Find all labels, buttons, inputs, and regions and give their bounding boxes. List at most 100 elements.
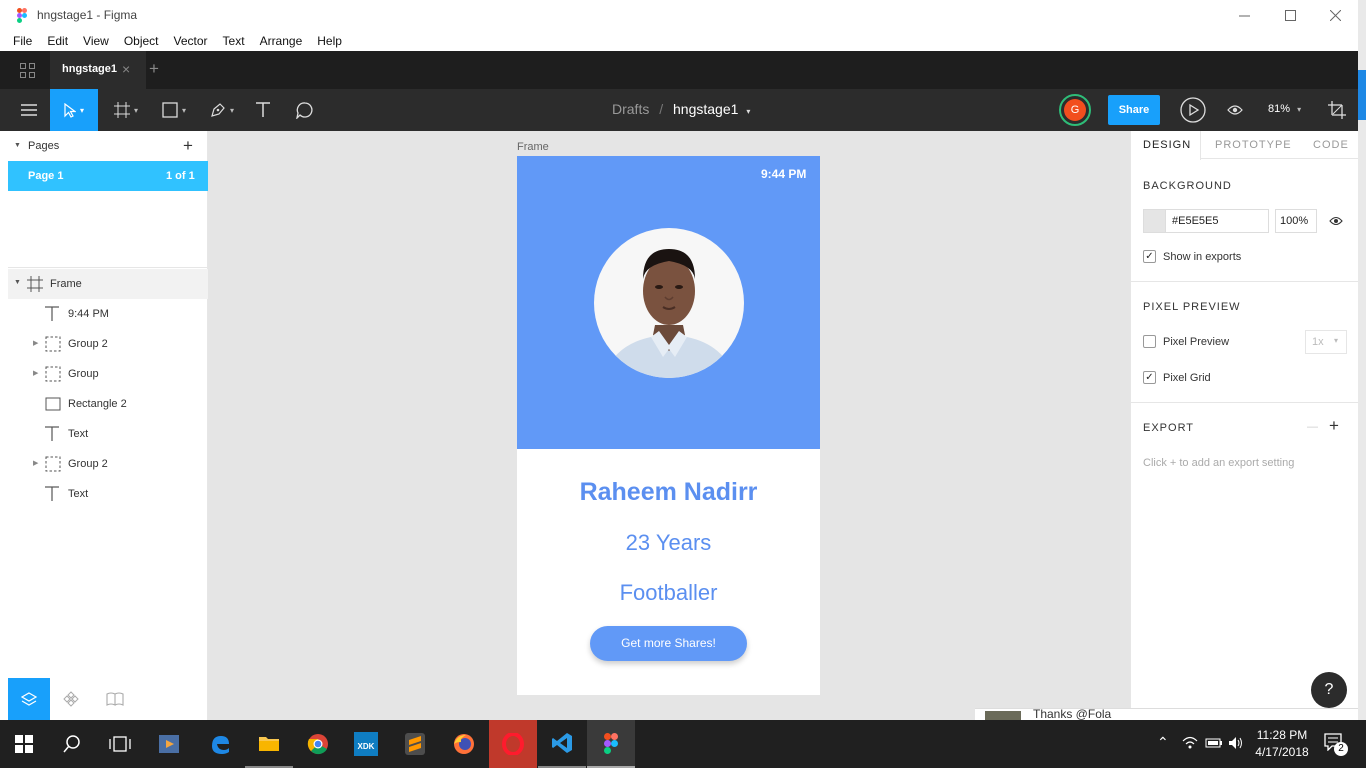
show-in-exports-label: Show in exports bbox=[1163, 251, 1242, 263]
eye-icon[interactable] bbox=[1329, 216, 1343, 226]
menu-arrange[interactable]: Arrange bbox=[260, 34, 303, 48]
search-button[interactable] bbox=[48, 720, 96, 768]
page-item-label: Page 1 bbox=[28, 170, 64, 182]
firefox-app[interactable] bbox=[440, 720, 488, 768]
new-tab-icon[interactable]: + bbox=[149, 59, 159, 79]
avatar[interactable]: G bbox=[1059, 94, 1091, 126]
task-view-button[interactable] bbox=[96, 720, 144, 768]
breadcrumb-drafts[interactable]: Drafts bbox=[612, 101, 649, 117]
tab-library[interactable] bbox=[102, 678, 128, 720]
export-title: EXPORT bbox=[1143, 422, 1195, 434]
view-settings-button[interactable] bbox=[1222, 89, 1248, 131]
opera-app[interactable] bbox=[489, 720, 537, 768]
menu-object[interactable]: Object bbox=[124, 34, 159, 48]
resize-frame-button[interactable] bbox=[1324, 89, 1350, 131]
menu-file[interactable]: File bbox=[13, 34, 32, 48]
chevron-down-icon[interactable]: ▾ bbox=[746, 107, 750, 116]
frame-label[interactable]: Frame bbox=[517, 141, 549, 153]
action-center-button[interactable]: 2 bbox=[1318, 730, 1358, 758]
text-tool-button[interactable] bbox=[250, 89, 276, 131]
close-window-button[interactable] bbox=[1312, 0, 1358, 30]
canvas[interactable]: Frame 9:44 PM Raheem Nadirr 23 Years Foo… bbox=[208, 131, 1130, 720]
maximize-button[interactable] bbox=[1267, 0, 1313, 30]
grid-menu-icon[interactable] bbox=[20, 63, 35, 78]
show-hidden-icons[interactable]: ⌃ bbox=[1157, 734, 1169, 751]
add-export-icon[interactable]: + bbox=[1329, 416, 1339, 436]
file-explorer-app[interactable] bbox=[245, 720, 293, 768]
menu-help[interactable]: Help bbox=[317, 34, 342, 48]
tab-components[interactable] bbox=[58, 678, 84, 720]
media-player-app[interactable] bbox=[145, 720, 193, 768]
hamburger-icon bbox=[21, 104, 37, 116]
layer-item[interactable]: Text bbox=[8, 479, 208, 509]
play-icon bbox=[1180, 97, 1206, 123]
cta-button[interactable]: Get more Shares! bbox=[590, 626, 747, 661]
comment-tool-button[interactable] bbox=[292, 89, 318, 131]
chevron-down-icon: ▾ bbox=[229, 105, 234, 115]
figma-app[interactable] bbox=[587, 720, 635, 768]
menu-view[interactable]: View bbox=[83, 34, 109, 48]
minimize-button[interactable] bbox=[1221, 0, 1267, 30]
taskbar: XDK ⌃ 11:28 PM 4/17/2018 2 bbox=[0, 720, 1366, 768]
remove-export-icon[interactable]: — bbox=[1307, 421, 1318, 433]
volume-icon[interactable] bbox=[1228, 736, 1244, 750]
add-page-icon[interactable]: + bbox=[183, 136, 193, 156]
menu-text[interactable]: Text bbox=[223, 34, 245, 48]
tab-code[interactable]: CODE bbox=[1313, 139, 1349, 151]
frame-tool-button[interactable]: ▾ bbox=[106, 89, 146, 131]
artboard-frame[interactable]: 9:44 PM Raheem Nadirr 23 Years Footballe… bbox=[517, 156, 820, 695]
vscode-app[interactable] bbox=[538, 720, 586, 768]
layer-item[interactable]: ▶ Group 2 bbox=[8, 329, 208, 359]
background-color-field[interactable]: #E5E5E5 bbox=[1143, 209, 1269, 233]
tab-design-label: DESIGN bbox=[1143, 139, 1192, 151]
tab-layers[interactable] bbox=[8, 678, 50, 720]
chevron-right-icon[interactable]: ▶ bbox=[33, 459, 38, 467]
wifi-icon[interactable] bbox=[1182, 736, 1198, 750]
main-menu-button[interactable] bbox=[10, 89, 48, 131]
breadcrumb-separator: / bbox=[659, 101, 664, 117]
layer-item[interactable]: Rectangle 2 bbox=[8, 389, 208, 419]
help-button[interactable]: ? bbox=[1311, 672, 1347, 708]
chrome-app[interactable] bbox=[294, 720, 342, 768]
menu-edit[interactable]: Edit bbox=[47, 34, 68, 48]
background-hex[interactable]: #E5E5E5 bbox=[1172, 215, 1218, 227]
background-window-text: Thanks @Fola bbox=[1033, 708, 1112, 720]
page-item-page-1[interactable]: Page 1 1 of 1 bbox=[8, 161, 208, 191]
chevron-right-icon[interactable]: ▶ bbox=[33, 369, 38, 377]
color-swatch[interactable] bbox=[1144, 210, 1166, 232]
edge-browser-app[interactable] bbox=[196, 720, 244, 768]
pixel-grid-checkbox[interactable]: ✓ bbox=[1143, 371, 1156, 384]
system-clock[interactable]: 11:28 PM 4/17/2018 bbox=[1252, 727, 1312, 761]
intel-xdk-app[interactable]: XDK bbox=[342, 720, 390, 768]
zoom-control[interactable]: 81% ▾ bbox=[1268, 103, 1301, 115]
share-button[interactable]: Share bbox=[1108, 95, 1160, 125]
pen-tool-button[interactable]: ▾ bbox=[202, 89, 242, 131]
pixel-preview-checkbox[interactable] bbox=[1143, 335, 1156, 348]
opacity-field[interactable]: 100% bbox=[1275, 209, 1317, 233]
avatar-initial: G bbox=[1064, 99, 1086, 121]
battery-icon[interactable] bbox=[1205, 737, 1223, 749]
layer-item[interactable]: Text bbox=[8, 419, 208, 449]
sublime-text-app[interactable] bbox=[391, 720, 439, 768]
pages-header[interactable]: ▼ Pages + bbox=[8, 131, 208, 161]
menu-vector[interactable]: Vector bbox=[174, 34, 208, 48]
pixel-scale-select[interactable]: 1x ▾ bbox=[1305, 330, 1347, 354]
tab-close-icon[interactable]: × bbox=[122, 61, 130, 77]
present-button[interactable] bbox=[1178, 89, 1208, 131]
tab-design[interactable]: DESIGN bbox=[1131, 131, 1201, 160]
tab-hngstage1[interactable]: hngstage1 × bbox=[50, 51, 146, 89]
divider bbox=[8, 267, 208, 268]
start-button[interactable] bbox=[0, 720, 48, 768]
tab-prototype[interactable]: PROTOTYPE bbox=[1215, 139, 1292, 151]
move-tool-button[interactable]: ▾ bbox=[50, 89, 98, 131]
layer-item[interactable]: ▶ Group bbox=[8, 359, 208, 389]
breadcrumb: Drafts / hngstage1 ▾ bbox=[612, 101, 750, 117]
layer-item[interactable]: 9:44 PM bbox=[8, 299, 208, 329]
layer-item[interactable]: ▶ Group 2 bbox=[8, 449, 208, 479]
file-name[interactable]: hngstage1 bbox=[673, 101, 738, 117]
show-in-exports-checkbox[interactable]: ✓ bbox=[1143, 250, 1156, 263]
edge-icon bbox=[212, 736, 229, 754]
layer-frame[interactable]: ▼ Frame bbox=[8, 269, 208, 299]
chevron-right-icon[interactable]: ▶ bbox=[33, 339, 38, 347]
shape-tool-button[interactable]: ▾ bbox=[154, 89, 194, 131]
